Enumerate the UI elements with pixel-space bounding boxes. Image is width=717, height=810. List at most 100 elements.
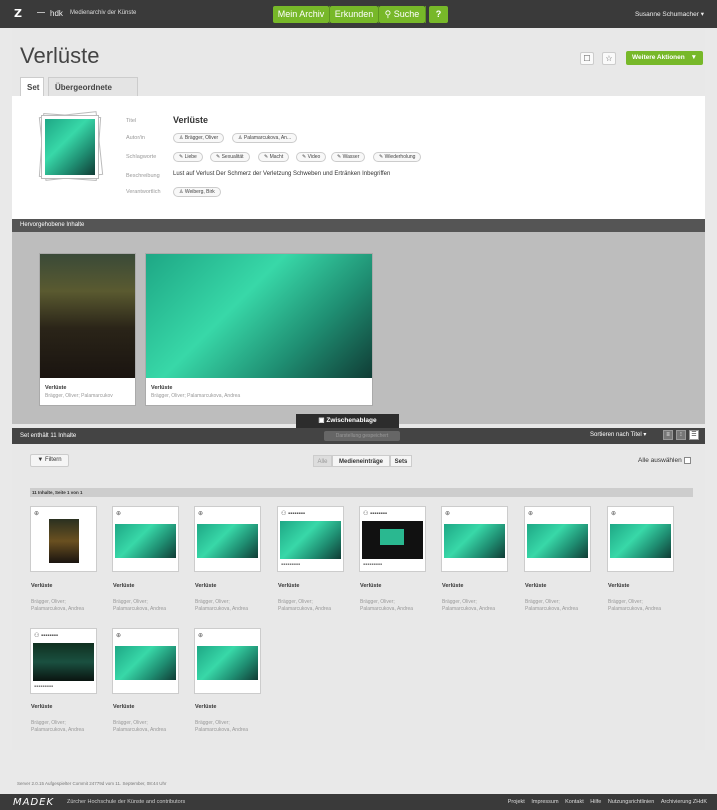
grid-item-title: Verlüste [31, 583, 53, 589]
view-tiles-button[interactable]: ☰ [689, 430, 699, 440]
item-thumbnail [115, 524, 176, 558]
keyword-label: Video [307, 154, 321, 160]
select-all-label: Alle auswählen [638, 457, 682, 465]
thumbnail-image [45, 119, 95, 175]
label-title: Titel [126, 118, 137, 124]
grid-item-title: Verlüste [442, 583, 464, 589]
grid-item-author: Brägger, Oliver; [195, 599, 230, 605]
item-thumbnail [280, 521, 341, 559]
grid-item-author: Brägger, Oliver; [360, 599, 395, 605]
tab-parent-sets[interactable]: Übergeordnete Sets [48, 77, 138, 111]
grid-item-title: Verlüste [31, 704, 53, 710]
author-name: Brägger, Oliver [184, 135, 219, 141]
grid-item-title: Verlüste [608, 583, 630, 589]
grid-item[interactable]: ⊕ [112, 506, 179, 572]
author-chip[interactable]: ♙ Palamarcukova, An... [232, 133, 298, 143]
logo-divider [37, 12, 45, 13]
sort-label: Sortieren nach Titel [590, 432, 642, 438]
globe-icon: ⊕ [116, 511, 122, 517]
sort-dropdown[interactable]: Sortieren nach Titel ▾ [590, 431, 646, 438]
segment-sets[interactable]: Sets [390, 455, 412, 467]
tab-set[interactable]: Set [20, 77, 44, 96]
author-name: Palamarcukova, An... [243, 135, 292, 141]
footer-link-hilfe[interactable]: Hilfe [590, 799, 601, 805]
keyword-chip[interactable]: ✎ Video [296, 152, 327, 162]
segment-media-entries[interactable]: Medieneinträge [332, 455, 390, 467]
segment-all[interactable]: Alle [313, 455, 332, 467]
globe-icon: ⊕ [198, 633, 204, 639]
thumb-stack-front [41, 115, 99, 179]
nav-mein-archiv[interactable]: Mein Archiv [273, 6, 329, 23]
keyword-chip[interactable]: ✎ Liebe [173, 152, 203, 162]
set-icon: ⚇ ▪▪▪▪▪▪▪▪ [34, 633, 59, 639]
grid-item[interactable]: ⊕ [524, 506, 591, 572]
globe-icon: ⊕ [611, 511, 617, 517]
footer-link-impressum[interactable]: Impressum [531, 799, 558, 805]
globe-icon: ⊕ [528, 511, 534, 517]
zhdk-logo[interactable]: Z [14, 7, 22, 20]
responsible-name: Weiberg, Birk [184, 189, 215, 195]
nav-help[interactable]: ? [429, 6, 448, 23]
madek-logo[interactable]: MADEK [13, 797, 54, 808]
footer-link-projekt[interactable]: Projekt [508, 799, 525, 805]
author-chip[interactable]: ♙ Brägger, Oliver [173, 133, 225, 143]
clipboard-toggle[interactable]: ▣ Zwischenablage [296, 414, 399, 428]
select-checkbox-button[interactable]: ☐ [580, 52, 594, 65]
caret-down-icon: ▼ [690, 54, 697, 61]
keyword-chip[interactable]: ✎ Sexualität [210, 152, 250, 162]
hdk-label[interactable]: hdk [50, 9, 63, 18]
grid-item[interactable]: ⊕ [194, 628, 261, 694]
keyword-chip[interactable]: ✎ Macht [258, 152, 290, 162]
footer-link-archivierung[interactable]: Archivierung ZHdK [661, 799, 707, 805]
more-actions-button[interactable]: Weitere Aktionen ▼ [626, 51, 703, 65]
globe-icon: ⊕ [198, 511, 204, 517]
footer-link-nutzungsrichtlinien[interactable]: Nutzungsrichtlinien [608, 799, 654, 805]
set-icon: ⚇ ▪▪▪▪▪▪▪▪ [363, 511, 388, 517]
filter-button[interactable]: ▼ Filtern [30, 454, 69, 467]
grid-item-title: Verlüste [113, 583, 135, 589]
value-title: Verlüste [173, 115, 209, 125]
nav-erkunden[interactable]: Erkunden [330, 6, 378, 23]
grid-item-author: Palamarcukova, Andrea [195, 606, 249, 612]
grid-item[interactable]: ⚇ ▪▪▪▪▪▪▪▪ ▪▪▪▪▪▪▪▪▪ [30, 628, 97, 694]
select-all[interactable]: Alle auswählen [638, 457, 691, 464]
responsible-chip[interactable]: ♙ Weiberg, Birk [173, 187, 221, 197]
view-list-button[interactable]: ≡ [663, 430, 673, 440]
footer-link-kontakt[interactable]: Kontakt [565, 799, 584, 805]
grid-item-author: Palamarcukova, Andrea [442, 606, 496, 612]
list-icon: ≡ [666, 432, 670, 438]
highlight-card[interactable]: Verlüste Brägger, Oliver; Palamarcukova,… [145, 253, 373, 406]
item-thumbnail [444, 524, 505, 558]
grid-item-author: Palamarcukova, Andrea [31, 606, 85, 612]
page-info: 11 Inhalte, Seite 1 von 1 [30, 488, 693, 497]
footer-org: Zürcher Hochschule der Künste and contri… [67, 799, 186, 805]
globe-icon: ⊕ [116, 633, 122, 639]
keyword-label: Macht [269, 154, 284, 160]
grid-item-author: Palamarcukova, Andrea [31, 727, 85, 733]
user-menu[interactable]: Susanne Schumacher ▾ [635, 10, 704, 18]
grid-item[interactable]: ⊕ [194, 506, 261, 572]
item-thumbnail [197, 524, 258, 558]
more-actions-label: Weitere Aktionen [632, 54, 685, 61]
grid-item[interactable]: ⚇ ▪▪▪▪▪▪▪▪ ▪▪▪▪▪▪▪▪▪ [277, 506, 344, 572]
save-view-pill: Darstellung gespeichert [324, 431, 400, 441]
keyword-chip[interactable]: ✎ Wasser [331, 152, 366, 162]
favorite-button[interactable]: ☆ [602, 52, 616, 65]
view-grid-button[interactable]: ⁝ [676, 430, 686, 440]
grid-item[interactable]: ⊕ [30, 506, 97, 572]
select-all-checkbox[interactable] [683, 457, 691, 464]
grid-item[interactable]: ⊕ [112, 628, 179, 694]
grid-item[interactable]: ⚇ ▪▪▪▪▪▪▪▪ ▪▪▪▪▪▪▪▪▪ [359, 506, 426, 572]
grid-item[interactable]: ⊕ [607, 506, 674, 572]
label-responsible: Verantwortlich [126, 189, 161, 195]
nav-suche[interactable]: ⚲ Suche [379, 6, 425, 23]
item-thumbnail [49, 519, 79, 563]
grid-item-author: Brägger, Oliver; [31, 599, 66, 605]
grid-item-author: Palamarcukova, Andrea [113, 727, 167, 733]
label-keywords: Schlagworte [126, 154, 157, 160]
filter-icon: ▼ [37, 457, 45, 463]
set-thumbnail[interactable] [38, 111, 104, 182]
grid-item[interactable]: ⊕ [441, 506, 508, 572]
highlight-card[interactable]: Verlüste Brägger, Oliver; Palamarcukov [39, 253, 136, 406]
keyword-chip[interactable]: ✎ Wiederholung [373, 152, 422, 162]
